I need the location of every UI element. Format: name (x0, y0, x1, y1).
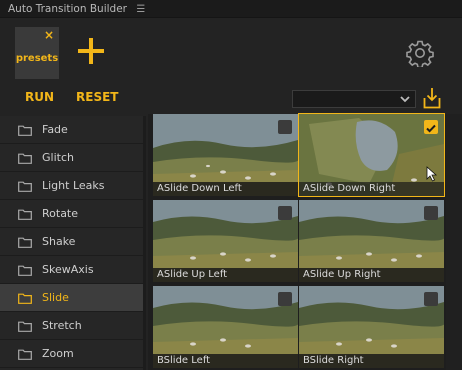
preset-tile[interactable]: ASlide Down Left (153, 114, 298, 196)
folder-icon (18, 181, 32, 192)
preset-tile[interactable]: ASlide Up Left (153, 200, 298, 282)
folder-icon (18, 293, 32, 304)
preset-dropdown[interactable] (292, 90, 416, 108)
window-title: Auto Transition Builder (8, 3, 127, 15)
sidebar-item-label: Light Leaks (42, 179, 105, 192)
preset-tile[interactable]: ASlide Down Right (298, 113, 445, 197)
sidebar-item-slide[interactable]: Slide (0, 284, 146, 312)
select-checkbox[interactable] (278, 206, 292, 220)
folder-icon (18, 265, 32, 276)
folder-icon (18, 209, 32, 220)
close-preset-icon[interactable]: × (44, 28, 54, 42)
tile-caption: ASlide Up Left (153, 268, 298, 282)
grid-scrollbar[interactable] (446, 114, 462, 370)
chevron-down-icon (400, 96, 410, 103)
toolbar: × presets (0, 18, 462, 80)
check-icon (426, 124, 436, 133)
tile-caption: ASlide Down Left (153, 182, 298, 196)
sidebar-item-label: SkewAxis (42, 263, 94, 276)
preset-grid: ASlide Down Left ASlide Down Right ASlid (148, 113, 462, 370)
mouse-cursor-icon (426, 166, 438, 182)
select-checkbox[interactable] (424, 292, 438, 306)
select-checkbox[interactable] (278, 120, 292, 134)
tile-caption: BSlide Right (299, 354, 444, 368)
sidebar-item-fade[interactable]: Fade (0, 116, 146, 144)
tile-caption: ASlide Down Right (299, 182, 444, 196)
action-bar: RUN RESET (0, 80, 462, 114)
run-button[interactable]: RUN (25, 90, 54, 104)
reset-button[interactable]: RESET (76, 90, 118, 104)
sidebar-item-label: Fade (42, 123, 68, 136)
preset-tile[interactable]: ASlide Up Right (299, 200, 444, 282)
preset-tile[interactable]: BSlide Right (299, 286, 444, 368)
folder-icon (18, 349, 32, 360)
sidebar-item-glitch[interactable]: Glitch (0, 144, 146, 172)
gear-icon[interactable] (406, 39, 434, 67)
sidebar-item-stretch[interactable]: Stretch (0, 312, 146, 340)
presets-tab[interactable]: × presets (15, 27, 59, 79)
sidebar-item-label: Zoom (42, 347, 74, 360)
sidebar-item-label: Rotate (42, 207, 79, 220)
folder-icon (18, 321, 32, 332)
folder-icon (18, 153, 32, 164)
tile-caption: BSlide Left (153, 354, 298, 368)
sidebar-item-skewaxis[interactable]: SkewAxis (0, 256, 146, 284)
hamburger-icon[interactable]: ☰ (136, 4, 145, 15)
sidebar-item-label: Shake (42, 235, 76, 248)
sidebar-scrollbar[interactable] (143, 116, 146, 370)
folder-icon (18, 125, 32, 136)
sidebar-item-label: Slide (42, 291, 69, 304)
title-bar: Auto Transition Builder ☰ (0, 0, 462, 18)
sidebar-item-label: Glitch (42, 151, 74, 164)
sidebar-item-label: Stretch (42, 319, 82, 332)
select-checkbox[interactable] (424, 206, 438, 220)
presets-tab-label: presets (15, 53, 59, 64)
download-icon[interactable] (423, 87, 441, 109)
sidebar-item-zoom[interactable]: Zoom (0, 340, 146, 368)
folder-icon (18, 237, 32, 248)
sidebar-item-shake[interactable]: Shake (0, 228, 146, 256)
tile-caption: ASlide Up Right (299, 268, 444, 282)
sidebar-item-light-leaks[interactable]: Light Leaks (0, 172, 146, 200)
select-checkbox[interactable] (278, 292, 292, 306)
sidebar-item-rotate[interactable]: Rotate (0, 200, 146, 228)
select-checkbox[interactable] (424, 120, 438, 134)
category-sidebar: Fade Glitch Light Leaks Rotate Shake Ske… (0, 116, 146, 370)
preset-tile[interactable]: BSlide Left (153, 286, 298, 368)
plus-icon[interactable] (78, 38, 104, 64)
